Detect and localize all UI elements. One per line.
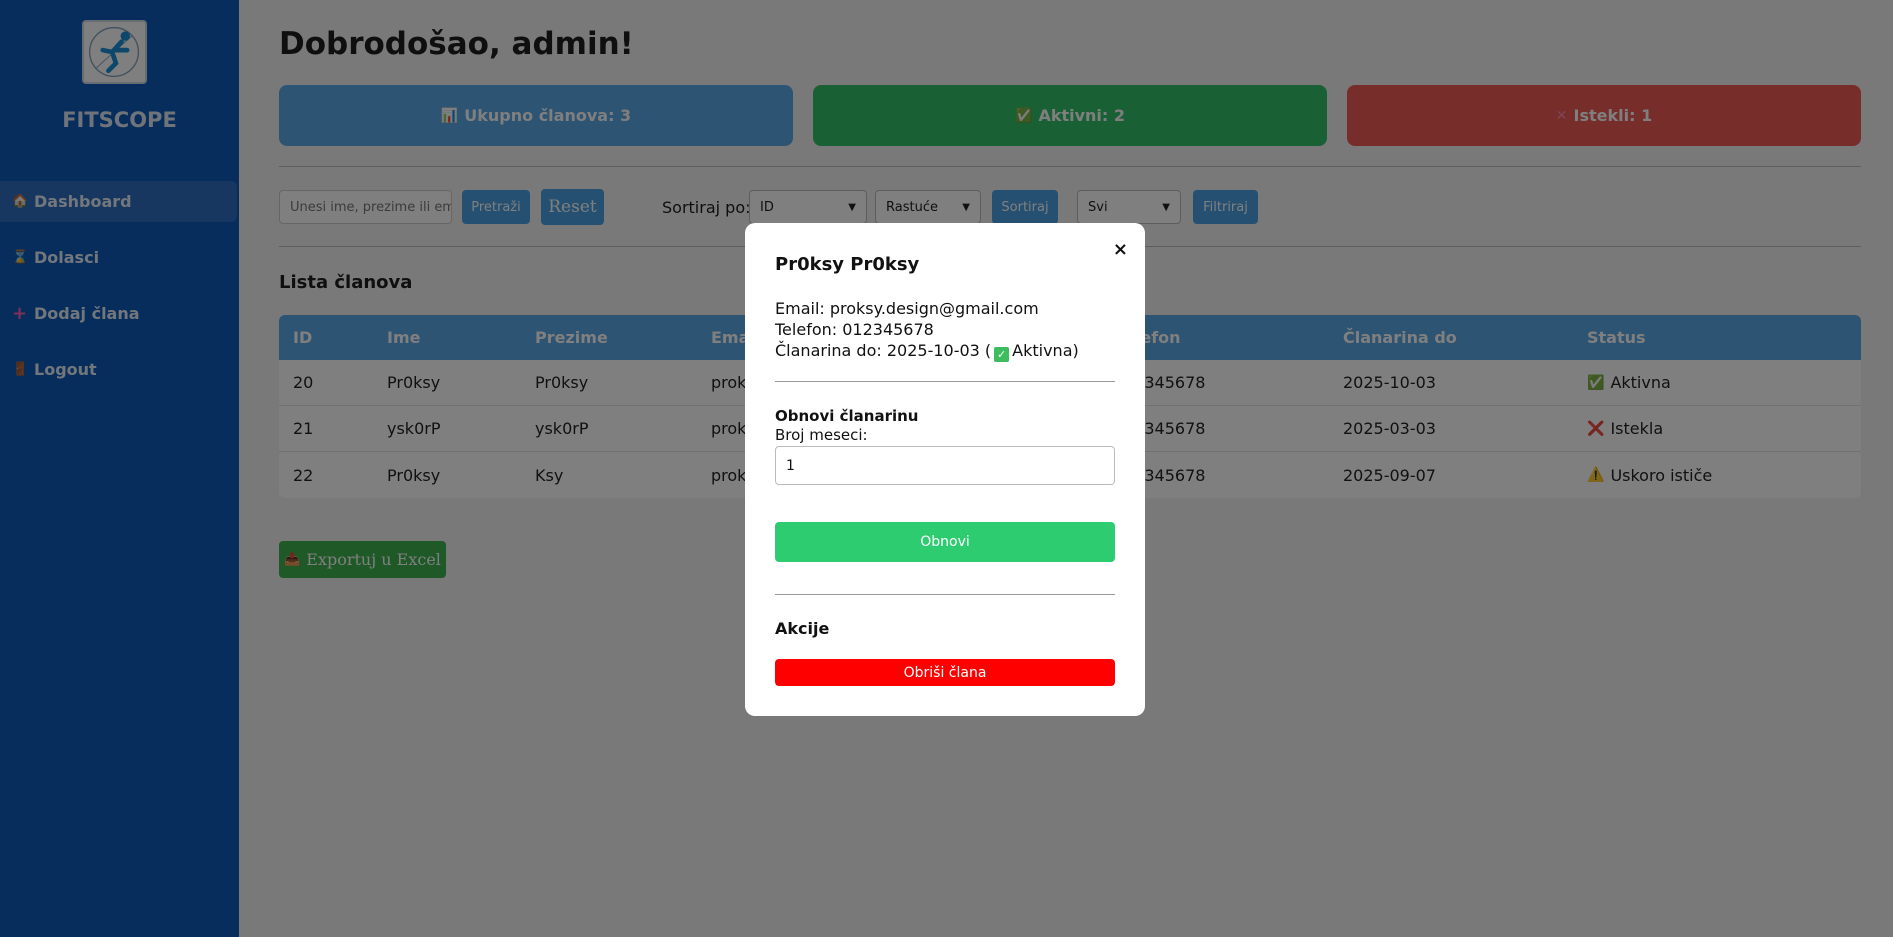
member-membership: Članarina do: 2025-10-03 (✓ Aktivna) [775,341,1079,362]
months-input[interactable]: 1 [775,446,1115,485]
months-label: Broj meseci: [775,426,868,444]
membership-status: Aktivna) [1012,341,1079,360]
check-icon: ✓ [994,347,1010,362]
divider [775,381,1115,382]
delete-member-button[interactable]: Obriši člana [775,659,1115,686]
membership-date: Članarina do: 2025-10-03 ( [775,341,992,360]
renew-title: Obnovi članarinu [775,407,919,425]
member-phone: Telefon: 012345678 [775,320,934,339]
renew-button[interactable]: Obnovi [775,522,1115,562]
divider [775,594,1115,595]
modal-title: Pr0ksy Pr0ksy [775,254,920,275]
member-email: Email: proksy.design@gmail.com [775,299,1039,318]
close-icon[interactable]: × [1113,239,1128,260]
actions-title: Akcije [775,619,830,638]
member-modal: × Pr0ksy Pr0ksy Email: proksy.design@gma… [745,223,1145,716]
